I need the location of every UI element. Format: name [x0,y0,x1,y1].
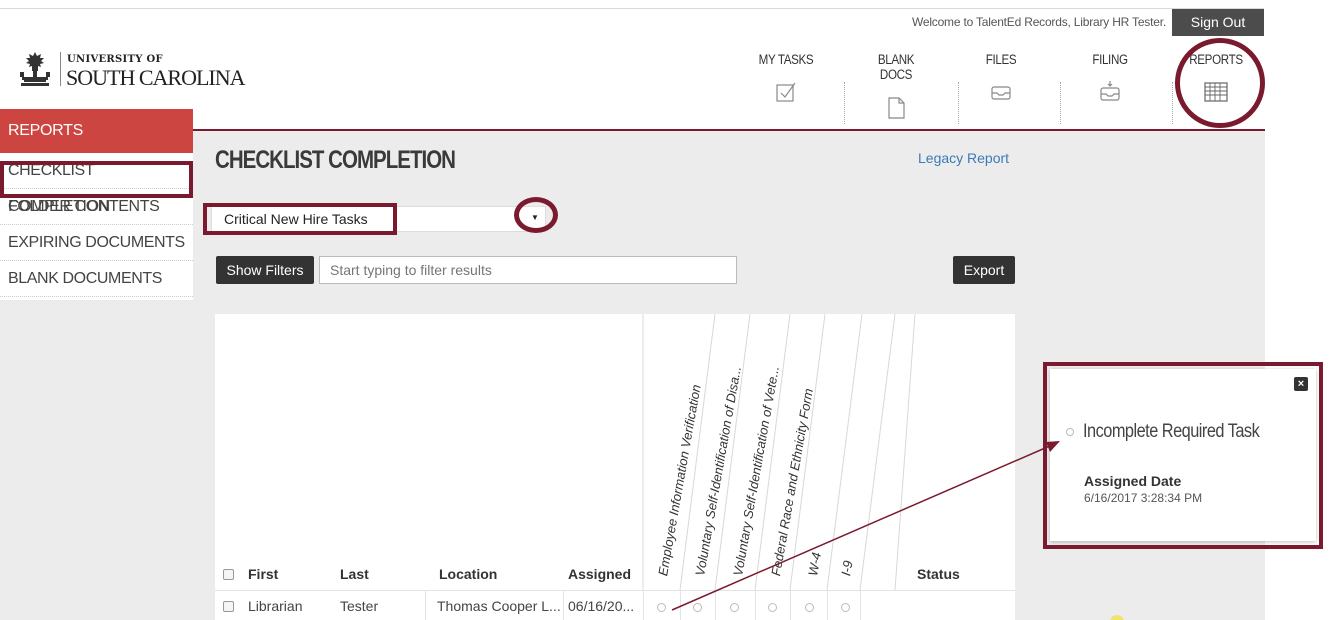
annotation-arrow [671,441,1060,611]
